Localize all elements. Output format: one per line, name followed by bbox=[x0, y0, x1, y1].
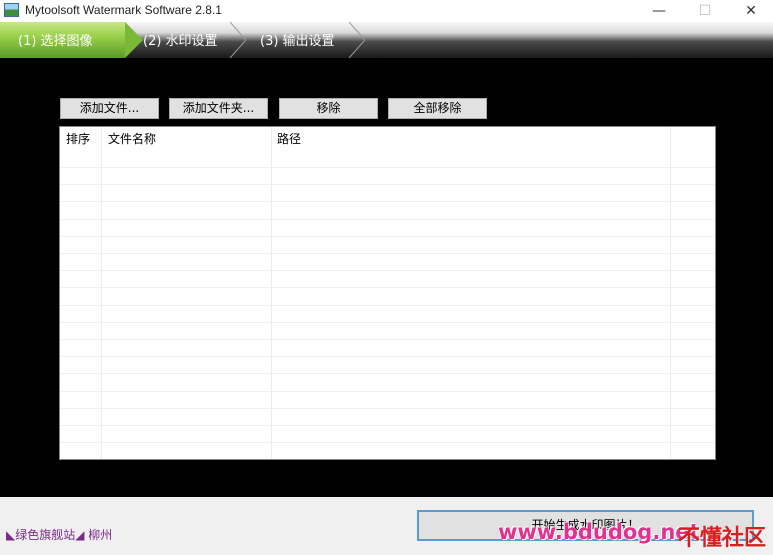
grid-line bbox=[60, 167, 715, 168]
window-title: Mytoolsoft Watermark Software 2.8.1 bbox=[25, 3, 222, 17]
step-label: (3) 输出设置 bbox=[260, 34, 335, 49]
column-header-order[interactable]: 排序 bbox=[60, 127, 102, 151]
step-chevron-icon bbox=[229, 22, 246, 58]
title-bar: Mytoolsoft Watermark Software 2.8.1 — ☐ … bbox=[0, 0, 773, 22]
grid-line bbox=[60, 339, 715, 340]
brand-text: ◣绿色旗舰站◢ 柳州 bbox=[6, 528, 113, 542]
grid-line bbox=[60, 373, 715, 374]
remove-all-button[interactable]: 全部移除 bbox=[388, 98, 487, 119]
app-icon bbox=[4, 3, 19, 17]
grid-line bbox=[60, 201, 715, 202]
grid-line bbox=[60, 442, 715, 443]
column-header-filename[interactable]: 文件名称 bbox=[102, 127, 272, 151]
close-button[interactable]: ✕ bbox=[729, 0, 773, 22]
grid-line bbox=[60, 408, 715, 409]
maximize-button[interactable]: ☐ bbox=[683, 0, 727, 22]
step-label: (2) 水印设置 bbox=[143, 34, 218, 49]
column-divider bbox=[670, 127, 671, 459]
step-watermark-settings[interactable]: (2) 水印设置 bbox=[125, 22, 235, 58]
grid-line bbox=[60, 287, 715, 288]
grid-line bbox=[60, 391, 715, 392]
step-select-images[interactable]: (1) 选择图像 bbox=[0, 22, 143, 58]
column-divider bbox=[271, 127, 272, 459]
grid-line bbox=[60, 219, 715, 220]
grid-line bbox=[60, 236, 715, 237]
site-watermark: www.bdudog.net bbox=[498, 520, 700, 544]
add-file-button[interactable]: 添加文件... bbox=[60, 98, 159, 119]
grid-line bbox=[60, 322, 715, 323]
file-list[interactable]: 排序 文件名称 路径 bbox=[59, 126, 716, 460]
grid-line bbox=[60, 356, 715, 357]
step-chevron-icon bbox=[348, 22, 365, 58]
wizard-steps: (1) 选择图像 (2) 水印设置 (3) 输出设置 bbox=[0, 22, 773, 58]
add-folder-button[interactable]: 添加文件夹... bbox=[169, 98, 268, 119]
step-output-settings[interactable]: (3) 输出设置 bbox=[245, 22, 355, 58]
grid-line bbox=[60, 184, 715, 185]
remove-button[interactable]: 移除 bbox=[279, 98, 378, 119]
grid-line bbox=[60, 270, 715, 271]
column-header-path[interactable]: 路径 bbox=[271, 127, 671, 151]
site-watermark-logo: 不懂社区 bbox=[678, 526, 767, 551]
column-divider bbox=[101, 127, 102, 459]
grid-line bbox=[60, 425, 715, 426]
grid-line bbox=[60, 305, 715, 306]
minimize-button[interactable]: — bbox=[637, 0, 681, 22]
step-label: (1) 选择图像 bbox=[18, 34, 93, 49]
grid-line bbox=[60, 253, 715, 254]
